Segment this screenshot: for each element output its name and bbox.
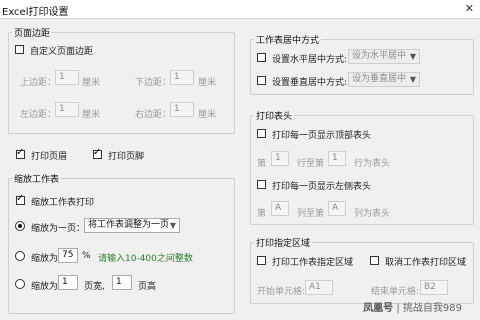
scaling-group-label: 缩放工作表: [12, 172, 62, 185]
print-titles-group-label: 打印表头: [254, 109, 295, 122]
row-from-input[interactable]: 1: [271, 151, 289, 166]
print-left-titles-checkbox[interactable]: [257, 180, 266, 189]
scale-percent-radio[interactable]: [15, 251, 25, 261]
scale-hint: 请输入10-400之间整数: [98, 254, 193, 264]
end-cell-input[interactable]: B2: [420, 280, 448, 295]
close-icon[interactable]: ✕: [465, 2, 474, 15]
fit-pages-label: 缩放为: [31, 282, 59, 292]
horizontal-center-select[interactable]: 设为水平居中 ▼: [348, 49, 420, 64]
watermark: 凤凰号 | 挑战自我989: [363, 303, 462, 314]
vertical-center-select[interactable]: 设为垂直居中 ▼: [348, 72, 420, 87]
fit-one-page-select[interactable]: 将工作表调整为一页 ▼: [84, 218, 180, 233]
watermark-text: 挑战自我989: [402, 303, 462, 314]
row-suffix: 行为表头: [354, 159, 391, 169]
print-footer-label: 打印页脚: [108, 152, 145, 162]
bottom-margin-label: 下边距：: [135, 78, 172, 88]
chevron-down-icon: ▼: [409, 75, 416, 84]
scale-percent-input[interactable]: 75: [58, 248, 78, 263]
fit-one-page-value: 将工作表调整为一页: [88, 220, 170, 230]
fit-pages-radio[interactable]: [15, 279, 25, 289]
fit-one-page-label: 缩放为一页：: [31, 224, 86, 234]
custom-margins-checkbox[interactable]: [15, 45, 24, 54]
right-margin-input[interactable]: 1: [170, 102, 194, 117]
top-margin-input[interactable]: 1: [55, 70, 79, 85]
pages-wide-label: 页宽,: [84, 282, 105, 292]
scale-percent-label: 缩放为: [31, 254, 59, 264]
print-footer-checkbox[interactable]: [93, 147, 102, 159]
cancel-print-area-checkbox[interactable]: [370, 256, 379, 265]
bottom-margin-input[interactable]: 1: [170, 70, 194, 85]
right-margin-label: 右边距：: [135, 110, 172, 120]
end-cell-label: 结束单元格:: [371, 287, 420, 297]
pages-wide-input[interactable]: 1: [58, 275, 78, 290]
print-top-titles-checkbox[interactable]: [257, 129, 266, 138]
horizontal-center-value: 设为水平居中: [352, 51, 407, 61]
set-print-area-label: 打印工作表指定区域: [272, 258, 354, 268]
row-prefix: 第: [257, 159, 267, 169]
left-margin-label: 左边距：: [20, 110, 57, 120]
cancel-print-area-label: 取消工作表打印区域: [385, 258, 467, 268]
start-cell-label: 开始单元格:: [257, 287, 306, 297]
scale-print-checkbox[interactable]: [16, 193, 25, 205]
print-header-label: 打印页眉: [31, 152, 68, 162]
left-margin-unit: 厘米: [82, 110, 101, 120]
chevron-down-icon: ▼: [169, 221, 176, 230]
set-print-area-checkbox[interactable]: [257, 256, 266, 265]
vertical-center-label: 设置垂直居中方式:: [272, 78, 348, 88]
horizontal-center-checkbox[interactable]: [257, 53, 266, 62]
horizontal-center-label: 设置水平居中方式:: [272, 55, 348, 65]
percent-sign: %: [82, 251, 91, 261]
row-mid: 行至第: [297, 159, 325, 169]
start-cell-input[interactable]: A1: [305, 280, 333, 295]
col-suffix: 列为表头: [354, 209, 391, 219]
top-margin-unit: 厘米: [82, 78, 101, 88]
pages-tall-input[interactable]: 1: [112, 275, 132, 290]
print-area-group-label: 打印指定区域: [254, 236, 313, 249]
col-mid: 列至第: [297, 209, 325, 219]
chevron-down-icon: ▼: [409, 52, 416, 61]
col-to-input[interactable]: A: [328, 201, 346, 216]
left-margin-input[interactable]: 1: [55, 102, 79, 117]
custom-margins-label: 自定义页面边距: [30, 47, 94, 57]
scale-print-label: 缩放工作表打印: [31, 198, 95, 208]
margins-group-label: 页面边距: [12, 26, 53, 39]
watermark-logo: 凤凰号: [363, 303, 394, 314]
print-top-titles-label: 打印每一页显示顶部表头: [272, 131, 372, 141]
top-margin-label: 上边距：: [20, 78, 57, 88]
print-left-titles-label: 打印每一页显示左侧表头: [272, 182, 372, 192]
col-prefix: 第: [257, 209, 267, 219]
bottom-margin-unit: 厘米: [198, 78, 217, 88]
fit-one-page-radio[interactable]: [15, 221, 25, 231]
print-header-checkbox[interactable]: [16, 147, 25, 159]
vertical-center-value: 设为垂直居中: [352, 74, 407, 84]
row-to-input[interactable]: 1: [328, 151, 346, 166]
pages-tall-label: 页高: [138, 282, 157, 292]
right-margin-unit: 厘米: [198, 110, 217, 120]
vertical-center-checkbox[interactable]: [257, 76, 266, 85]
window-title: Excel打印设置: [2, 7, 69, 18]
centering-group-label: 工作表居中方式: [254, 33, 322, 46]
col-from-input[interactable]: A: [271, 201, 289, 216]
title-bar: Excel打印设置 ✕: [0, 0, 480, 19]
